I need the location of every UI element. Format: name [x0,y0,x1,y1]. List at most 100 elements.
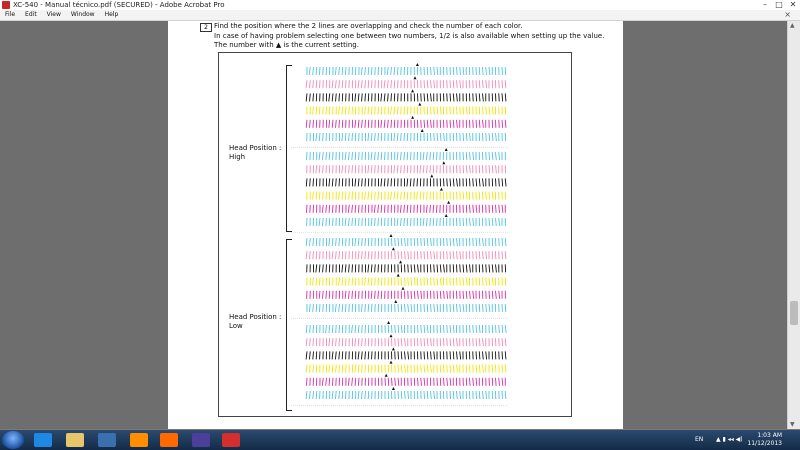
pattern-line [462,66,465,76]
pattern-line [462,191,465,200]
pattern-line [325,151,327,161]
pattern-line [456,390,458,400]
pattern-line [498,204,500,213]
pattern-line [338,178,340,187]
menu-view[interactable]: View [42,10,66,20]
pattern-line [390,80,392,89]
ie-icon[interactable] [34,433,52,447]
pattern-line [433,264,435,273]
media-player-icon[interactable] [98,433,116,447]
pattern-line [504,364,507,373]
pattern-line [436,106,439,115]
pattern-line [462,303,465,313]
language-indicator[interactable]: EN [695,430,703,450]
pattern-line [370,264,373,273]
pattern-line [472,290,475,299]
pattern-line [328,151,331,161]
pattern-line [501,93,504,102]
pattern-line [436,290,439,299]
pattern-line [396,132,399,142]
pattern-line [478,251,481,260]
pattern-line [449,251,451,260]
pattern-line [446,377,448,386]
pattern-line [406,204,409,213]
pattern-line [380,204,383,213]
menu-help[interactable]: Help [100,10,124,20]
pattern-line [423,237,426,247]
explorer-icon[interactable] [66,433,84,447]
pattern-line [312,338,314,347]
browser-icon[interactable] [192,433,210,447]
current-setting-marker [387,321,391,324]
pattern-line [429,165,431,174]
pattern-line [357,324,360,334]
pattern-line [305,80,308,89]
acrobat-taskbar-icon[interactable] [222,433,240,447]
pattern-line [465,132,468,142]
pattern-line [400,191,402,200]
pattern-line [485,303,487,313]
pattern-line [331,324,334,334]
vlc-icon[interactable] [130,433,148,447]
pattern-line [361,351,363,360]
minimize-button[interactable]: – [758,0,772,10]
pattern-line [482,338,484,347]
pattern-line [334,80,337,89]
maximize-button[interactable]: □ [772,0,786,10]
pattern-line [459,80,462,89]
pattern-line [367,106,370,115]
scroll-up-icon[interactable]: ▲ [790,22,795,29]
pattern-line [449,364,452,373]
current-setting-marker [399,260,403,264]
close-button[interactable]: ✕ [786,0,800,10]
pattern-line [351,165,353,174]
pattern-line [386,80,389,89]
pattern-line [404,237,406,247]
pattern-line [373,204,376,213]
pattern-line [482,237,484,247]
pattern-line [449,377,452,386]
pattern-line [325,264,327,273]
pattern-line [328,324,331,334]
pattern-line [423,80,425,89]
pattern-line [318,66,321,76]
scroll-thumb[interactable] [790,301,798,325]
pattern-line [423,324,426,334]
orange-icon[interactable] [160,433,178,447]
pattern-line [390,106,392,115]
menu-edit[interactable]: Edit [20,10,42,20]
pattern-line [404,303,406,313]
title-bar: XC-540 - Manual técnico.pdf (SECURED) - … [0,0,800,10]
pattern-line [377,151,379,161]
start-button[interactable] [2,431,24,449]
pattern-line [404,390,406,400]
pattern-line [439,277,442,286]
pattern-line [400,106,402,115]
document-viewport[interactable]: 2 Find the position where the 2 lines ar… [0,21,788,429]
pattern-line [472,324,474,334]
pattern-line [456,237,458,247]
vertical-scrollbar[interactable]: ▲ ▼ [787,21,800,429]
pattern-line [338,119,340,128]
pattern-line [498,364,500,373]
pattern-line [436,277,439,286]
menu-window[interactable]: Window [66,10,100,20]
scroll-down-icon[interactable]: ▼ [790,421,795,428]
pattern-line [436,303,439,313]
pattern-line [367,80,370,89]
pattern-line [430,119,432,128]
pattern-line [478,80,481,89]
pattern-line [335,338,337,347]
pattern-line [328,204,331,213]
close-document-icon[interactable]: × [779,10,796,20]
pattern-line [404,351,406,360]
clock[interactable]: 1:03 AM 11/12/2013 [747,432,782,448]
pattern-line [396,106,399,115]
pattern-line [357,251,360,260]
pattern-line [357,338,360,347]
pattern-line [364,338,366,347]
menu-file[interactable]: File [0,10,20,20]
pattern-line [380,217,383,227]
pattern-line [354,237,357,247]
tray-icons[interactable]: ▲ ▮ ◂◂ ◀) [716,430,743,450]
